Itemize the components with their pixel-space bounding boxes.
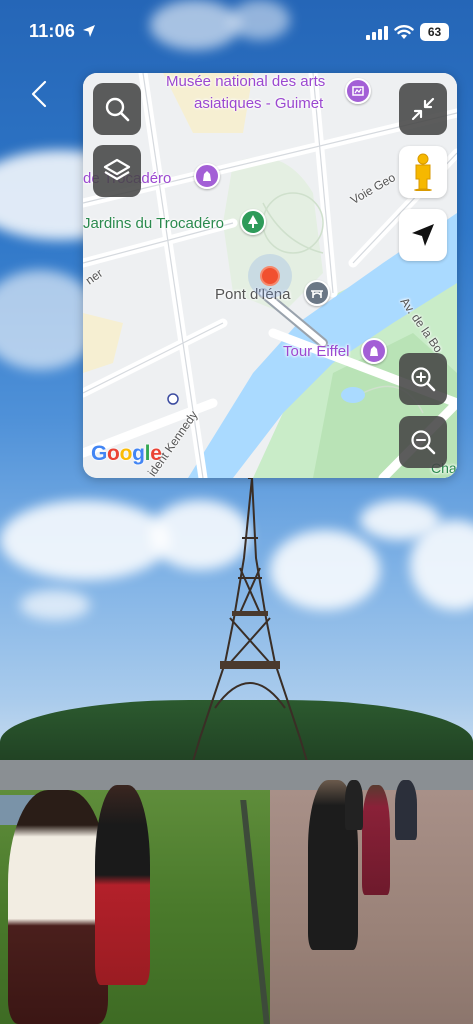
battery-indicator: 63: [420, 23, 449, 41]
person: [345, 780, 363, 830]
bridge-icon: [311, 290, 323, 298]
google-logo-letter: o: [107, 442, 120, 465]
map-label-jardins[interactable]: Jardins du Trocadéro: [83, 215, 224, 232]
status-time: 11:06: [29, 21, 76, 41]
tree-icon: [248, 215, 258, 228]
search-button[interactable]: [93, 83, 141, 135]
person: [8, 790, 108, 1024]
zoom-in-button[interactable]: [399, 353, 447, 405]
current-location-pin: [260, 266, 280, 286]
cloud: [20, 590, 90, 620]
map-label-museum-line2[interactable]: asiatiques - Guimet: [194, 95, 323, 112]
google-logo-letter: e: [150, 442, 162, 465]
cellular-signal-icon: [366, 26, 388, 40]
collapse-icon: [411, 97, 435, 121]
battery-level: 63: [427, 25, 442, 39]
google-logo-letter: G: [91, 442, 108, 465]
collapse-map-button[interactable]: [399, 83, 447, 135]
map-label-museum[interactable]: Musée national des arts: [166, 73, 325, 90]
person: [362, 785, 390, 895]
landmark-icon: [370, 346, 378, 356]
map-panel[interactable]: Musée national des arts asiatiques - Gui…: [83, 73, 457, 478]
google-logo-letter: o: [119, 442, 133, 465]
my-location-button[interactable]: [399, 209, 447, 261]
museum-icon: [352, 86, 364, 96]
back-button[interactable]: [24, 76, 54, 112]
chevron-left-icon: [31, 80, 47, 108]
museum-marker-icon[interactable]: [345, 78, 371, 104]
layers-button[interactable]: [93, 145, 141, 197]
navigation-arrow-icon: [412, 224, 434, 246]
person: [95, 785, 150, 985]
eiffel-tower: [187, 478, 313, 778]
zoom-out-icon: [411, 430, 436, 455]
person: [395, 780, 417, 840]
pegman-icon: [414, 153, 432, 191]
eiffel-tower-marker-icon[interactable]: [361, 338, 387, 364]
wifi-icon: [394, 25, 414, 39]
cloud: [0, 500, 170, 580]
layers-icon: [103, 158, 131, 181]
google-logo-letter: g: [132, 442, 145, 465]
landmark-icon: [203, 171, 211, 181]
zoom-out-button[interactable]: [399, 416, 447, 468]
location-arrow-icon: [83, 25, 95, 37]
zoom-in-icon: [411, 367, 436, 392]
status-bar: 11:06 63: [0, 0, 473, 60]
park-marker-icon[interactable]: [240, 209, 266, 235]
google-logo: Google: [91, 442, 162, 466]
bridge-marker-icon[interactable]: [304, 280, 330, 306]
landmark-marker-icon[interactable]: [194, 163, 220, 189]
search-icon: [105, 97, 130, 122]
street-view-pegman-button[interactable]: [399, 146, 447, 198]
map-label-tour-eiffel[interactable]: Tour Eiffel: [283, 343, 349, 360]
